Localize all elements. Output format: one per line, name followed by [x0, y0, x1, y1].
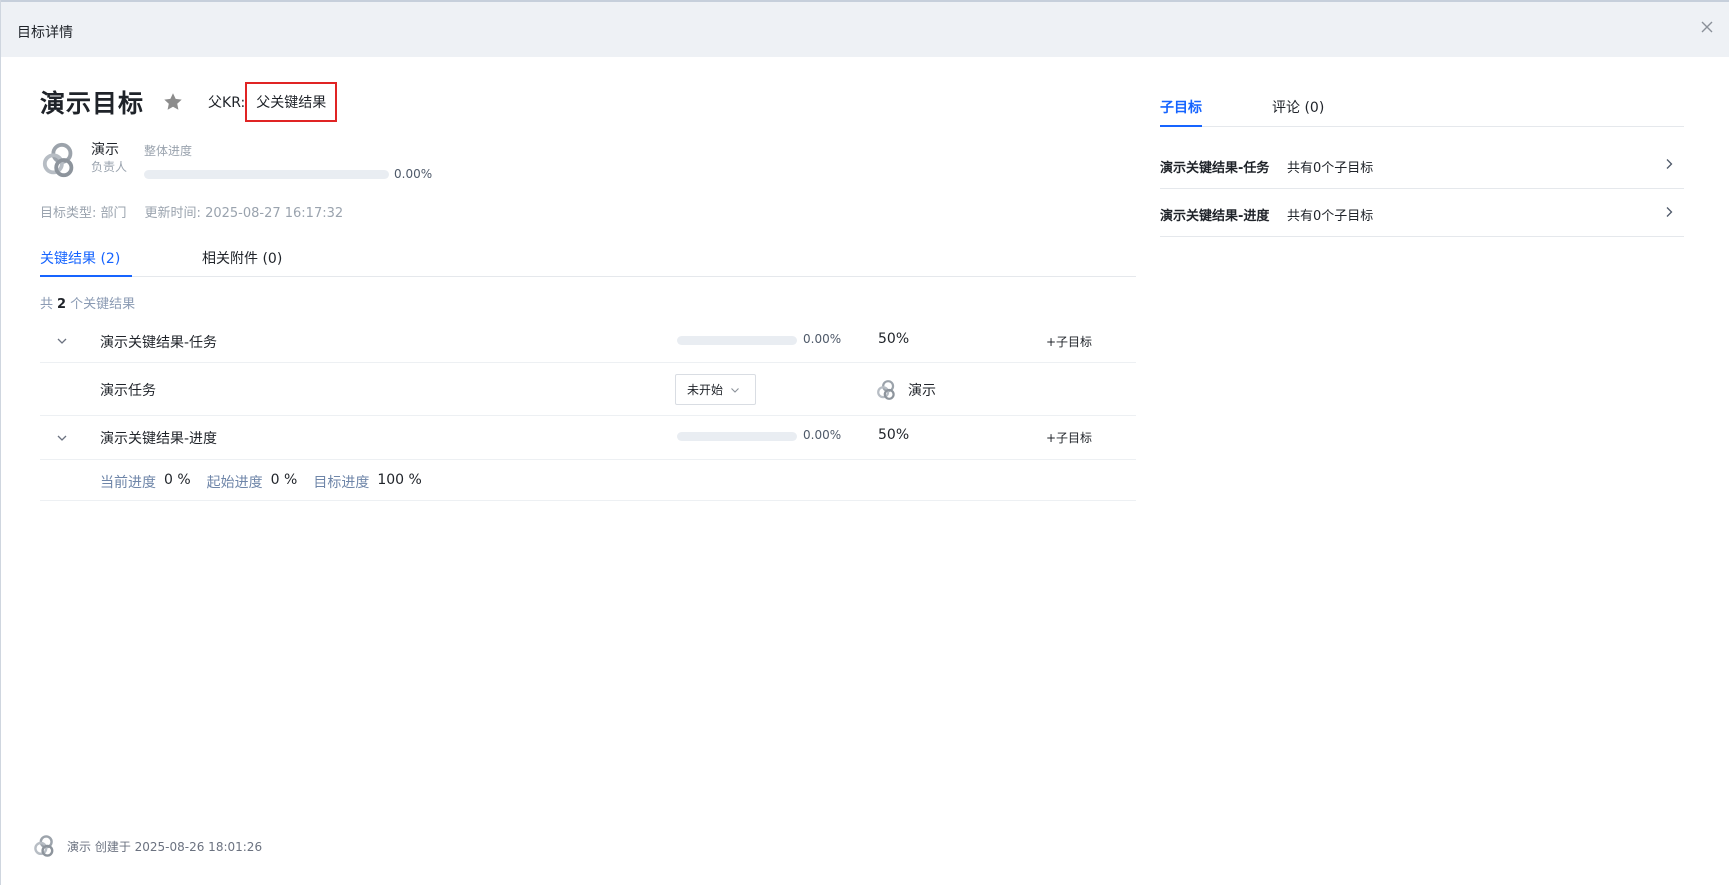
objective-title-row: 演示目标 父KR: 父关键结果	[40, 82, 338, 122]
avatar-logo-icon	[42, 142, 74, 178]
overall-progress-text: 0.00%	[394, 167, 433, 181]
task-assignee: 演示	[876, 379, 936, 401]
parent-kr: 父KR: 父关键结果	[208, 82, 338, 122]
updated-time-value: 2025-08-27 16:17:32	[205, 206, 344, 221]
task-status-value: 未开始	[687, 383, 724, 397]
task-title: 演示任务	[100, 383, 156, 399]
created-info: 演示 创建于 2025-08-26 18:01:26	[33, 834, 262, 858]
updated-time: 更新时间: 2025-08-27 16:17:32	[145, 202, 344, 221]
key-result-title: 演示关键结果-进度	[100, 431, 218, 447]
objective-meta: 目标类型: 部门 更新时间: 2025-08-27 16:17:32	[40, 202, 343, 221]
current-progress-value: 0 %	[164, 472, 191, 488]
key-result-progress-text: 0.00%	[803, 428, 842, 442]
key-result-weight: 50%	[878, 427, 910, 443]
tab-child-objectives[interactable]: 子目标	[1160, 97, 1202, 127]
owner-text: 演示 负责人	[91, 141, 127, 179]
chevron-right-icon[interactable]	[1662, 205, 1676, 219]
updated-time-label: 更新时间:	[144, 206, 201, 221]
right-tabs: 子目标 评论 (0)	[1160, 92, 1684, 127]
key-result-progress-bar	[677, 336, 797, 345]
chevron-right-icon[interactable]	[1662, 157, 1676, 171]
kr-count-suffix: 个关键结果	[70, 297, 136, 312]
objective-type: 目标类型: 部门	[40, 202, 127, 221]
kr-count-prefix: 共	[40, 297, 54, 312]
parent-kr-link[interactable]: 父关键结果	[245, 82, 338, 122]
objective-type-value: 部门	[100, 206, 127, 221]
task-row[interactable]: 演示任务 未开始 演示	[40, 363, 1136, 416]
key-result-row[interactable]: 演示关键结果-任务 0.00% 50% +子目标	[40, 319, 1136, 363]
overall-progress-row: 0.00%	[144, 167, 432, 181]
dialog-title: 目标详情	[17, 25, 73, 41]
tab-comments[interactable]: 评论 (0)	[1272, 97, 1324, 127]
chevron-down-icon[interactable]	[55, 334, 69, 348]
kr-count: 共 2 个关键结果	[40, 293, 135, 312]
child-objective-count: 共有0个子目标	[1287, 161, 1374, 176]
star-icon[interactable]	[162, 91, 184, 113]
avatar-logo-icon	[34, 835, 54, 857]
task-assignee-name: 演示	[908, 383, 936, 399]
goal-detail-dialog: 目标详情 演示目标 父KR: 父关键结果 演示 负责人 整体进度 0.00% 目…	[0, 0, 1729, 885]
overall-progress: 整体进度 0.00%	[144, 142, 432, 181]
owner-role: 负责人	[91, 160, 128, 174]
key-result-weight: 50%	[878, 331, 910, 347]
chevron-down-icon[interactable]	[55, 431, 69, 445]
key-result-progress-detail: 当前进度 0 % 起始进度 0 % 目标进度 100 %	[40, 460, 1136, 501]
target-progress-value: 100 %	[377, 472, 422, 488]
overall-progress-label: 整体进度	[144, 144, 193, 158]
detail-tabs: 关键结果 (2) 相关附件 (0)	[40, 244, 1136, 277]
start-progress-label: 起始进度	[206, 475, 263, 491]
key-result-title: 演示关键结果-任务	[100, 335, 218, 351]
overall-progress-bar	[144, 169, 389, 179]
child-objective-title: 演示关键结果-任务	[1160, 161, 1270, 176]
task-status-select[interactable]: 未开始	[675, 374, 756, 405]
child-objective-count: 共有0个子目标	[1287, 209, 1374, 224]
child-objective-title: 演示关键结果-进度	[1160, 209, 1270, 224]
page-title: 演示目标	[40, 89, 145, 118]
created-text: 演示 创建于 2025-08-26 18:01:26	[67, 839, 263, 854]
child-objective-item[interactable]: 演示关键结果-任务 共有0个子目标	[1160, 141, 1684, 189]
tab-key-results[interactable]: 关键结果 (2)	[40, 248, 132, 277]
owner-block: 演示 负责人	[41, 141, 127, 179]
child-objective-item[interactable]: 演示关键结果-进度 共有0个子目标	[1160, 189, 1684, 237]
kr-count-number: 2	[57, 297, 67, 312]
close-icon[interactable]	[1696, 16, 1718, 38]
start-progress-value: 0 %	[270, 472, 298, 488]
target-progress-label: 目标进度	[313, 475, 370, 491]
key-result-progress-bar	[677, 432, 797, 441]
add-child-objective-button[interactable]: +子目标	[1046, 429, 1092, 446]
owner-name: 演示	[91, 142, 119, 158]
current-progress-label: 当前进度	[100, 475, 156, 491]
objective-type-label: 目标类型:	[40, 206, 97, 221]
chevron-down-icon	[731, 387, 739, 393]
add-child-objective-button[interactable]: +子目标	[1046, 333, 1092, 350]
key-result-row[interactable]: 演示关键结果-进度 0.00% 50% +子目标	[40, 416, 1136, 460]
dialog-header: 目标详情	[1, 0, 1729, 57]
key-result-progress-text: 0.00%	[803, 332, 842, 346]
avatar-logo-icon	[877, 380, 895, 400]
tab-attachments[interactable]: 相关附件 (0)	[202, 248, 282, 277]
progress-detail-line: 当前进度 0 % 起始进度 0 % 目标进度 100 %	[100, 472, 438, 492]
parent-kr-label: 父KR:	[208, 95, 246, 111]
